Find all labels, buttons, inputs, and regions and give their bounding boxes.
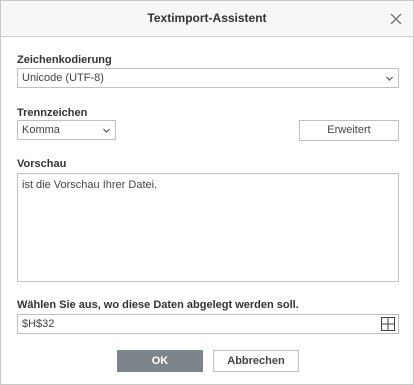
advanced-button[interactable]: Erweitert — [299, 120, 399, 141]
select-range-icon — [381, 317, 395, 331]
chevron-down-icon — [386, 76, 393, 81]
close-button[interactable] — [385, 8, 407, 30]
delimiter-select[interactable]: Komma — [17, 120, 116, 140]
encoding-value: Unicode (UTF-8) — [22, 72, 104, 84]
delimiter-value: Komma — [22, 124, 60, 136]
encoding-select[interactable]: Unicode (UTF-8) — [17, 68, 399, 88]
ok-button[interactable]: OK — [117, 350, 203, 372]
chevron-down-icon — [103, 128, 110, 133]
destination-value: $H$32 — [22, 318, 55, 330]
textimport-dialog: Textimport-Assistent Zeichenkodierung Un… — [0, 0, 414, 385]
preview-text: ist die Vorschau Ihrer Datei. — [22, 179, 158, 191]
dialog-title: Textimport-Assistent — [147, 11, 267, 25]
destination-input[interactable]: $H$32 — [17, 314, 399, 334]
cancel-button[interactable]: Abbrechen — [213, 350, 299, 372]
delimiter-label: Trennzeichen — [17, 107, 88, 119]
dialog-titlebar: Textimport-Assistent — [1, 1, 413, 37]
destination-label: Wählen Sie aus, wo diese Daten abgelegt … — [17, 299, 299, 311]
preview-label: Vorschau — [17, 158, 67, 170]
encoding-label: Zeichenkodierung — [17, 54, 112, 66]
select-range-button[interactable] — [378, 315, 398, 333]
close-icon — [390, 13, 402, 25]
preview-area: ist die Vorschau Ihrer Datei. — [17, 173, 399, 282]
